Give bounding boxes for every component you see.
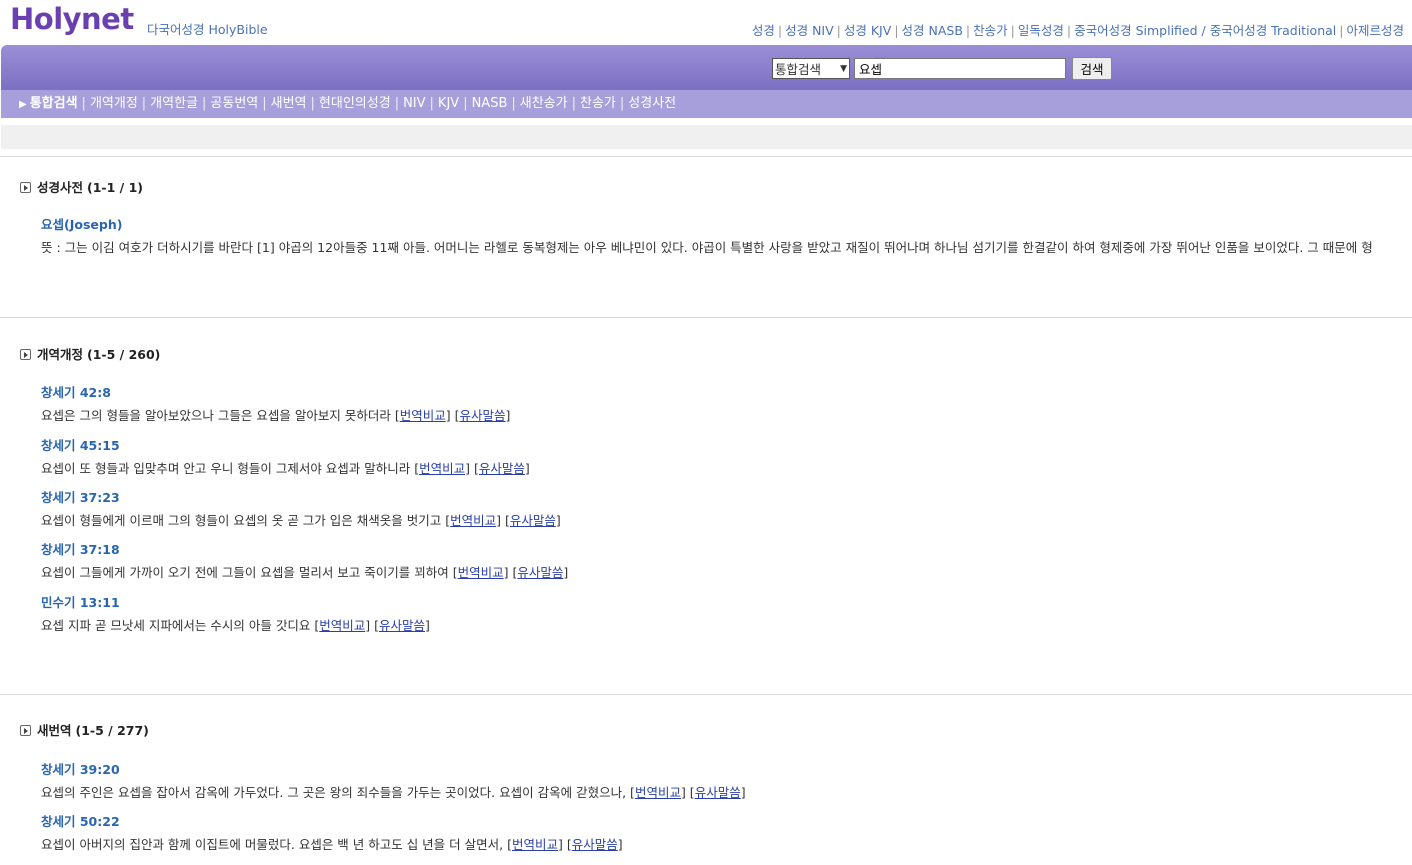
tab-integrated-search[interactable]: 통합검색 bbox=[30, 96, 78, 111]
list-item: 요셉(Joseph) 뜻 : 그는 이김 여호가 더하시기를 바란다 [1] 야… bbox=[41, 214, 1373, 256]
gray-strip bbox=[1, 125, 1412, 149]
entry-text: 뜻 : 그는 이김 여호가 더하시기를 바란다 [1] 야곱의 12아들중 11… bbox=[41, 240, 1373, 255]
tab-dictionary[interactable]: 성경사전 bbox=[628, 96, 676, 111]
active-arrow-icon: ▶ bbox=[19, 99, 27, 110]
section-header: 성경사전 (1-1 / 1) bbox=[20, 177, 143, 196]
section-header: 개역개정 (1-5 / 260) bbox=[20, 344, 160, 363]
compare-link[interactable]: 번역비교 bbox=[400, 408, 446, 423]
top-link-chinese[interactable]: 중국어성경 Simplified / 중국어성경 Traditional bbox=[1074, 23, 1336, 38]
section-title: 새번역 bbox=[37, 723, 72, 738]
site-subtitle-link[interactable]: 다국어성경 HolyBible bbox=[147, 19, 268, 38]
entry-title[interactable]: 요셉(Joseph) bbox=[41, 214, 1373, 233]
tab-new-translation[interactable]: 새번역 bbox=[271, 96, 307, 111]
similar-link[interactable]: 유사말씀 bbox=[517, 565, 563, 580]
top-link-niv[interactable]: 성경 NIV bbox=[785, 23, 834, 38]
tab-bar: ▶ 통합검색 | 개역개정 | 개역한글 | 공동번역 | 새번역 | 현대인의성경 | NIV | KJV |… bbox=[1, 90, 1412, 118]
section-count: (1-5 / 277) bbox=[75, 723, 149, 738]
entry-text: 요셉 지파 곧 므낫세 지파에서는 수시의 아들 갓디요 bbox=[41, 618, 311, 633]
entry-text: 요셉이 형들에게 이르매 그의 형들이 요셉의 옷 곧 그가 입은 채색옷을 벗… bbox=[41, 513, 442, 528]
similar-link[interactable]: 유사말씀 bbox=[695, 785, 741, 800]
tab-hymn[interactable]: 찬송가 bbox=[580, 96, 616, 111]
top-header: Holynet 다국어성경 HolyBible 성경 | 성경 NIV | 성경 KJV… bbox=[0, 0, 1412, 45]
entry-text: 요셉이 아버지의 집안과 함께 이집트에 머물렀다. 요셉은 백 년 하고도 십… bbox=[41, 837, 504, 852]
entry-title[interactable]: 창세기 37:18 bbox=[41, 539, 568, 558]
compare-link[interactable]: 번역비교 bbox=[635, 785, 681, 800]
similar-link[interactable]: 유사말씀 bbox=[459, 408, 505, 423]
tab-common[interactable]: 공동번역 bbox=[210, 96, 258, 111]
similar-link[interactable]: 유사말씀 bbox=[379, 618, 425, 633]
top-link-hymn[interactable]: 찬송가 bbox=[973, 23, 1008, 38]
section-title: 개역개정 bbox=[37, 347, 84, 362]
entry-title[interactable]: 민수기 13:11 bbox=[41, 592, 430, 611]
compare-link[interactable]: 번역비교 bbox=[512, 837, 558, 852]
chevron-down-icon: ▼ bbox=[840, 63, 847, 74]
section-count: (1-1 / 1) bbox=[87, 180, 143, 195]
nav-area: 통합검색 ▼ 검색 ▶통합검색|개역개정|개역한글|공동번역|새번역|현대인의성… bbox=[1, 45, 1412, 118]
compare-link[interactable]: 번역비교 bbox=[450, 513, 496, 528]
similar-link[interactable]: 유사말씀 bbox=[572, 837, 618, 852]
entry-text: 요셉이 또 형들과 입맞추며 안고 우니 형들이 그제서야 요셉과 말하니라 bbox=[41, 461, 411, 476]
results-content: 성경사전 (1-1 / 1) 요셉(Joseph) 뜻 : 그는 이김 여호가 더… bbox=[0, 156, 1412, 865]
entry-title[interactable]: 창세기 50:22 bbox=[41, 811, 623, 830]
section-header: 새번역 (1-5 / 277) bbox=[20, 720, 149, 739]
list-item: 창세기 42:8 요셉은 그의 형들을 알아보았으나 그들은 요셉을 알아보지 … bbox=[41, 382, 510, 424]
section-dictionary: 성경사전 (1-1 / 1) 요셉(Joseph) 뜻 : 그는 이김 여호가 더… bbox=[0, 156, 1412, 317]
top-link-kjv[interactable]: 성경 KJV bbox=[844, 23, 891, 38]
section-krv-revised: 개역개정 (1-5 / 260) 창세기 42:8 요셉은 그의 형들을 알아보았… bbox=[0, 317, 1412, 694]
tab-new-hymn[interactable]: 새찬송가 bbox=[520, 96, 568, 111]
similar-link[interactable]: 유사말씀 bbox=[479, 461, 525, 476]
section-new-translation: 새번역 (1-5 / 277) 창세기 39:20 요셉의 주인은 요셉을 잡아서… bbox=[0, 694, 1412, 865]
similar-link[interactable]: 유사말씀 bbox=[510, 513, 556, 528]
compare-link[interactable]: 번역비교 bbox=[319, 618, 365, 633]
top-link-daily[interactable]: 일독성경 bbox=[1018, 23, 1064, 38]
entry-title[interactable]: 창세기 45:15 bbox=[41, 435, 530, 454]
top-links: 성경 | 성경 NIV | 성경 KJV | 성경 NASB | 찬송가 | 일독성경 | 중국어성경 … bbox=[751, 23, 1404, 38]
search-scope-select[interactable]: 통합검색 ▼ bbox=[772, 58, 850, 79]
top-link-bible[interactable]: 성경 bbox=[752, 23, 775, 38]
list-item: 창세기 37:18 요셉이 그들에게 가까이 오기 전에 그들이 요셉을 멀리서… bbox=[41, 539, 568, 581]
top-link-azeri[interactable]: 아제르성경 bbox=[1346, 23, 1404, 38]
tab-nasb[interactable]: NASB bbox=[472, 96, 508, 111]
section-count: (1-5 / 260) bbox=[87, 347, 161, 362]
tab-krv[interactable]: 개역한글 bbox=[150, 96, 198, 111]
entry-title[interactable]: 창세기 37:23 bbox=[41, 487, 561, 506]
compare-link[interactable]: 번역비교 bbox=[458, 565, 504, 580]
tab-modern[interactable]: 현대인의성경 bbox=[319, 96, 391, 111]
site-logo[interactable]: Holynet bbox=[10, 2, 134, 36]
list-item: 창세기 37:23 요셉이 형들에게 이르매 그의 형들이 요셉의 옷 곧 그가… bbox=[41, 487, 561, 529]
list-item: 창세기 39:20 요셉의 주인은 요셉을 잡아서 감옥에 가두었다. 그 곳은… bbox=[41, 759, 746, 801]
list-item: 민수기 13:11 요셉 지파 곧 므낫세 지파에서는 수시의 아들 갓디요 [… bbox=[41, 592, 430, 634]
expand-arrow-icon[interactable] bbox=[20, 182, 31, 193]
expand-arrow-icon[interactable] bbox=[20, 725, 31, 736]
tab-niv[interactable]: NIV bbox=[403, 96, 425, 111]
entry-text: 요셉은 그의 형들을 알아보았으나 그들은 요셉을 알아보지 못하더라 bbox=[41, 408, 391, 423]
search-scope-value: 통합검색 bbox=[775, 62, 822, 77]
list-item: 창세기 45:15 요셉이 또 형들과 입맞추며 안고 우니 형들이 그제서야 … bbox=[41, 435, 530, 477]
top-link-nasb[interactable]: 성경 NASB bbox=[902, 23, 963, 38]
tab-krv-revised[interactable]: 개역개정 bbox=[90, 96, 138, 111]
entry-text: 요셉이 그들에게 가까이 오기 전에 그들이 요셉을 멀리서 보고 죽이기를 꾀… bbox=[41, 565, 449, 580]
entry-title[interactable]: 창세기 39:20 bbox=[41, 759, 746, 778]
entry-text: 요셉의 주인은 요셉을 잡아서 감옥에 가두었다. 그 곳은 왕의 죄수들을 가… bbox=[41, 785, 627, 800]
section-title: 성경사전 bbox=[37, 180, 84, 195]
search-button[interactable]: 검색 bbox=[1072, 57, 1112, 80]
compare-link[interactable]: 번역비교 bbox=[419, 461, 465, 476]
search-input[interactable] bbox=[854, 58, 1066, 79]
list-item: 창세기 50:22 요셉이 아버지의 집안과 함께 이집트에 머물렀다. 요셉은… bbox=[41, 811, 623, 853]
search-bar: 통합검색 ▼ 검색 bbox=[1, 45, 1412, 90]
expand-arrow-icon[interactable] bbox=[20, 349, 31, 360]
entry-title[interactable]: 창세기 42:8 bbox=[41, 382, 510, 401]
tab-kjv[interactable]: KJV bbox=[438, 96, 459, 111]
